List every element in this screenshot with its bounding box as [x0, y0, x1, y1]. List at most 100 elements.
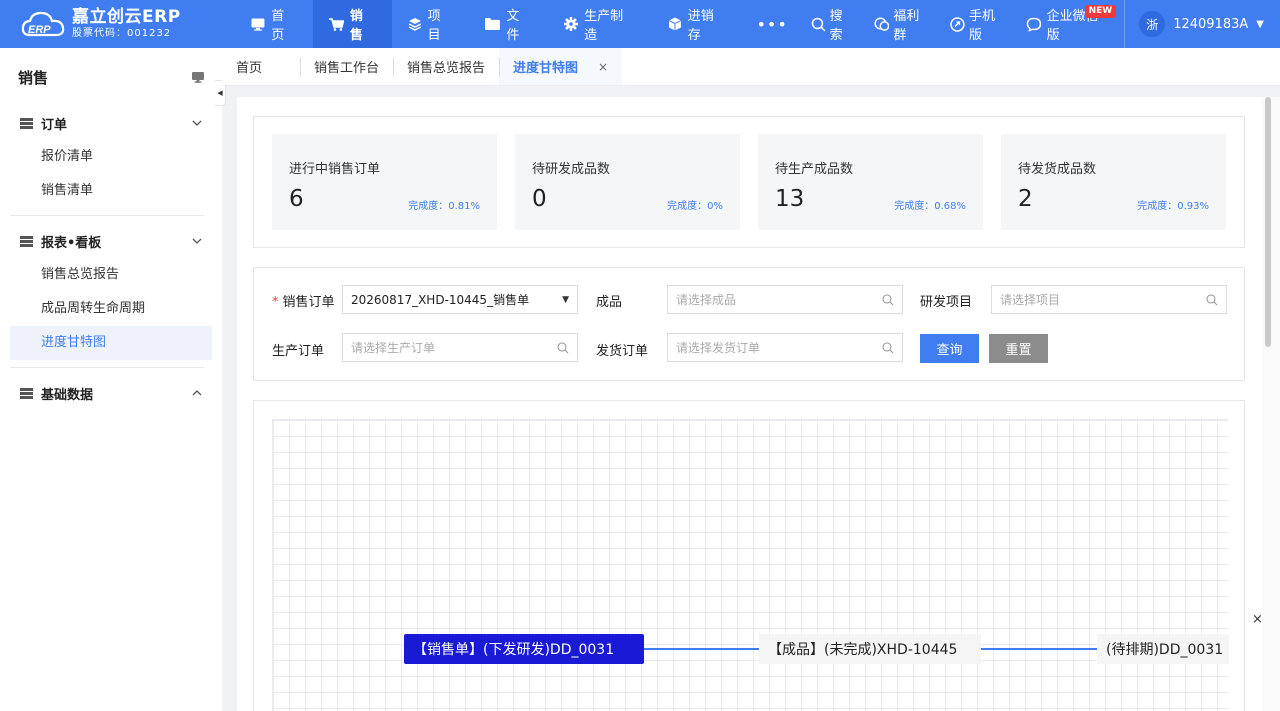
tab-sales-overview[interactable]: 销售总览报告 — [393, 48, 499, 85]
search-icon — [882, 341, 894, 353]
stock-code: 股票代码：001232 — [72, 28, 172, 39]
stat-card: 进行中销售订单 6 完成度：0.81% — [272, 134, 497, 230]
divider — [10, 367, 204, 368]
avatar: 浙 — [1139, 11, 1166, 37]
sidebar-header: 销售 — [0, 48, 222, 106]
gantt-node-schedule[interactable]: (待排期)DD_0031 — [1097, 634, 1229, 664]
nav-label: 项目 — [427, 9, 441, 43]
shipping-order-input[interactable]: 请选择发货订单 — [667, 333, 903, 362]
sidebar-group-orders[interactable]: 订单 — [0, 106, 222, 140]
sidebar-item-sales-list[interactable]: 销售清单 — [10, 174, 212, 208]
search-icon — [811, 17, 826, 32]
tab-home[interactable]: 首页 — [222, 48, 300, 85]
caret-down-icon: ▼ — [1256, 18, 1264, 30]
sidebar: 销售 订单 报价清单 销售清单 报表•看板 销售总览报告 成品周转生命周期 进度… — [0, 48, 222, 711]
gantt-node-sales-order[interactable]: 【销售单】(下发研发)DD_0031 — [404, 634, 644, 664]
welfare-group-button[interactable]: 福利群 — [865, 0, 942, 48]
nav-project[interactable]: 项目 — [392, 0, 470, 48]
nav-label: 销售 — [349, 9, 363, 43]
scrollbar-thumb[interactable] — [1265, 97, 1271, 347]
production-order-input[interactable]: 请选择生产订单 — [342, 333, 578, 362]
new-badge: NEW — [1084, 5, 1117, 18]
user-menu[interactable]: 浙 12409183A ▼ — [1124, 0, 1280, 48]
sidebar-item-gantt[interactable]: 进度甘特图 — [10, 326, 212, 360]
stat-card: 待生产成品数 13 完成度：0.68% — [758, 134, 983, 230]
gantt-link — [981, 648, 1097, 650]
nav-sales[interactable]: 销售 — [313, 0, 392, 48]
menu-icon — [20, 117, 33, 129]
close-icon[interactable]: × — [1252, 612, 1263, 627]
search-icon — [557, 341, 569, 353]
wecom-icon — [1026, 17, 1041, 32]
tab-gantt[interactable]: 进度甘特图 × — [499, 48, 623, 85]
search-button[interactable]: 搜索 — [802, 0, 865, 48]
gantt-link — [644, 648, 759, 650]
search-icon — [1206, 293, 1218, 305]
required-mark: * — [272, 295, 279, 310]
sidebar-group-basic-data[interactable]: 基础数据 — [0, 376, 222, 410]
tab-sales-workbench[interactable]: 销售工作台 — [300, 48, 393, 85]
product-label: 成品 — [596, 295, 623, 310]
box-icon — [668, 17, 681, 31]
reset-button[interactable]: 重置 — [989, 334, 1048, 363]
production-order-label: 生产订单 — [272, 344, 325, 359]
page-tabs: 首页 销售工作台 销售总览报告 进度甘特图 × — [222, 48, 1280, 86]
chevron-up-icon — [192, 390, 202, 396]
menu-icon — [20, 387, 33, 399]
nav-label: 文件 — [506, 9, 520, 43]
gantt-panel: 【销售单】(下发研发)DD_0031 【成品】(未完成)XHD-10445 (待… — [253, 400, 1245, 711]
sales-order-label: * 销售订单 — [272, 295, 335, 310]
desktop-icon[interactable] — [192, 71, 204, 83]
caret-left-icon: ◀ — [217, 89, 223, 97]
cart-icon — [329, 17, 344, 31]
query-button[interactable]: 查询 — [920, 334, 979, 363]
nav-label: 生产制造 — [584, 9, 624, 43]
brand-name: 嘉立创云ERP — [72, 7, 181, 27]
top-bar: ERP 嘉立创云ERP 股票代码：001232 首页 销售 项目 文件 生产制造 — [0, 0, 1280, 48]
gear-icon — [564, 17, 579, 31]
gantt-node-product[interactable]: 【成品】(未完成)XHD-10445 — [759, 634, 981, 664]
mobile-version-button[interactable]: 手机版 — [941, 0, 1017, 48]
brand-logo[interactable]: ERP 嘉立创云ERP 股票代码：001232 — [0, 0, 235, 48]
sales-order-select[interactable]: 20260817_XHD-10445_销售单 ▼ — [342, 285, 578, 314]
nav-more-button[interactable]: ••• — [742, 0, 801, 48]
nav-inventory[interactable]: 进销存 — [652, 0, 743, 48]
nav-home[interactable]: 首页 — [235, 0, 313, 48]
link-icon — [950, 16, 965, 32]
product-input[interactable]: 请选择成品 — [667, 285, 903, 314]
project-input[interactable]: 请选择项目 — [991, 285, 1227, 314]
chat-group-icon — [873, 16, 889, 31]
user-id: 12409183A — [1173, 16, 1249, 32]
sidebar-group-reports[interactable]: 报表•看板 — [0, 224, 222, 258]
caret-down-icon: ▼ — [562, 294, 569, 305]
monitor-icon — [251, 18, 265, 31]
sidebar-item-sales-overview[interactable]: 销售总览报告 — [10, 258, 212, 292]
sidebar-item-quote-list[interactable]: 报价清单 — [10, 140, 212, 174]
top-tools: 搜索 福利群 手机版 企业微信版 NEW 浙 12409183A ▼ — [802, 0, 1280, 48]
divider — [10, 215, 204, 216]
stat-card: 待研发成品数 0 完成度：0% — [515, 134, 740, 230]
wecom-version-button[interactable]: 企业微信版 NEW — [1017, 0, 1120, 48]
sidebar-title: 销售 — [18, 68, 49, 87]
search-icon — [882, 293, 894, 305]
cloud-logo-icon: ERP — [21, 11, 65, 37]
nav-label: 首页 — [271, 9, 285, 43]
filter-panel: * 销售订单 20260817_XHD-10445_销售单 ▼ 成品 请选择成品 … — [253, 267, 1245, 381]
nav-files[interactable]: 文件 — [469, 0, 548, 48]
chevron-down-icon — [192, 238, 202, 244]
nav-label: 进销存 — [687, 9, 714, 43]
nav-manufacturing[interactable]: 生产制造 — [548, 0, 652, 48]
sidebar-item-product-lifecycle[interactable]: 成品周转生命周期 — [10, 292, 212, 326]
stats-panel: 进行中销售订单 6 完成度：0.81% 待研发成品数 0 完成度：0% 待生产成… — [253, 116, 1245, 248]
close-icon[interactable]: × — [598, 60, 608, 74]
layers-icon — [408, 18, 421, 31]
shipping-order-label: 发货订单 — [596, 344, 649, 359]
main-nav: 首页 销售 项目 文件 生产制造 进销存 ••• — [235, 0, 802, 48]
stat-card: 待发货成品数 2 完成度：0.93% — [1001, 134, 1226, 230]
logo-badge-text: ERP — [28, 24, 51, 36]
main-content: 进行中销售订单 6 完成度：0.81% 待研发成品数 0 完成度：0% 待生产成… — [237, 97, 1263, 711]
project-label: 研发项目 — [920, 295, 973, 310]
gantt-canvas[interactable]: 【销售单】(下发研发)DD_0031 【成品】(未完成)XHD-10445 (待… — [272, 419, 1229, 711]
chevron-down-icon — [192, 120, 202, 126]
menu-icon — [20, 235, 33, 247]
